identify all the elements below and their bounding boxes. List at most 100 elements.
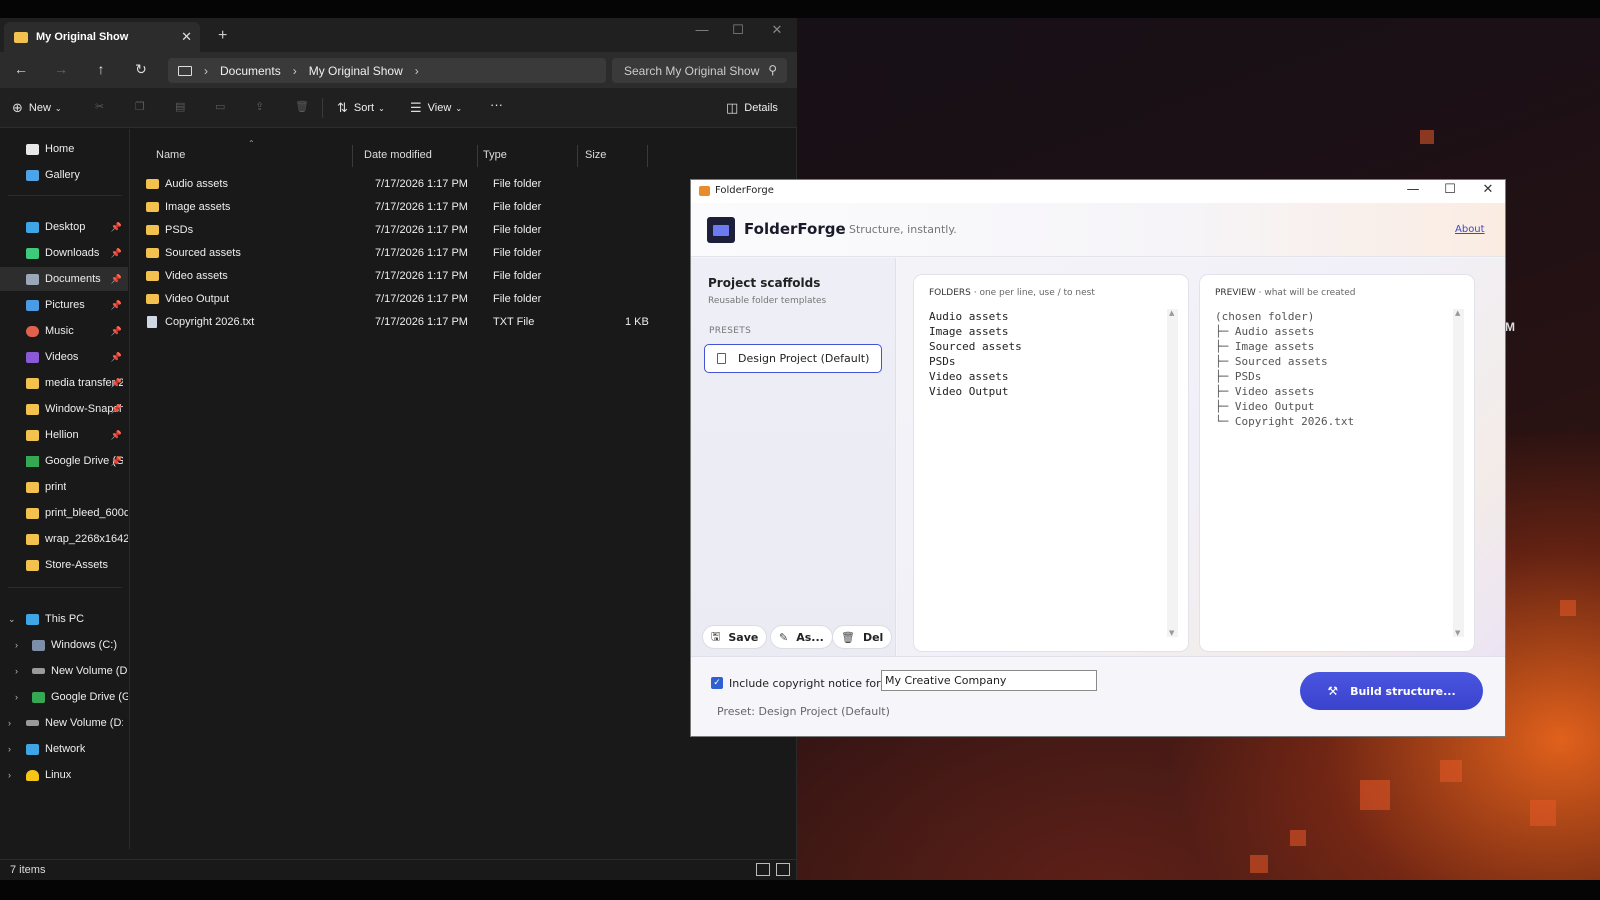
bottom-bar (0, 880, 1600, 900)
app-tagline: Structure, instantly. (849, 223, 957, 236)
forward-arrow-icon[interactable]: → (51, 61, 71, 77)
more-button[interactable]: ··· (490, 97, 503, 112)
table-row[interactable]: Audio assets 7/17/2026 1:17 PM File folder (143, 173, 653, 196)
chevron-down-icon[interactable]: ⌄ (8, 614, 16, 625)
folder-icon (26, 377, 39, 389)
maximize-button[interactable]: ☐ (1435, 182, 1465, 197)
table-row[interactable]: Image assets 7/17/2026 1:17 PM File folder (143, 196, 653, 219)
sidebar-item-hellion[interactable]: Hellion 📌 (0, 423, 128, 447)
build-structure-button[interactable]: ⚒ Build structure... (1300, 672, 1483, 710)
search-input[interactable]: Search My Original Show ⚲ (612, 58, 787, 83)
save-as-button[interactable]: ✎ As... (770, 625, 833, 649)
table-row[interactable]: Sourced assets 7/17/2026 1:17 PM File fold… (143, 242, 653, 265)
copyright-checkbox[interactable]: ✓ (711, 677, 723, 689)
sidebar-item-print-bleed[interactable]: print_bleed_600dpi (0, 501, 128, 525)
column-header-name[interactable]: Name (156, 149, 185, 161)
sidebar-item-pictures[interactable]: Pictures 📌 (0, 293, 128, 317)
sidebar-item-this-pc[interactable]: ⌄ This PC (0, 607, 128, 631)
rename-icon[interactable]: ▭ (215, 100, 225, 113)
folders-scrollbar[interactable]: ▲ ▼ (1167, 309, 1178, 637)
table-row[interactable]: Video assets 7/17/2026 1:17 PM File folder (143, 265, 653, 288)
breadcrumb-documents[interactable]: Documents (220, 64, 281, 78)
videos-icon (26, 351, 39, 363)
chevron-right-icon[interactable]: › (15, 692, 18, 702)
save-button[interactable]: 🖫 Save (702, 625, 768, 649)
chevron-right-icon[interactable]: › (8, 718, 11, 728)
about-link[interactable]: About (1455, 224, 1485, 235)
folder-icon (146, 271, 159, 281)
sidebar-item-home[interactable]: Home (0, 137, 128, 161)
address-bar[interactable]: › Documents › My Original Show › (168, 58, 606, 83)
sidebar-item-desktop[interactable]: Desktop 📌 (0, 215, 128, 239)
details-button[interactable]: ◫ Details (726, 100, 778, 116)
refresh-icon[interactable]: ↻ (131, 61, 151, 78)
column-header-type[interactable]: Type (483, 149, 507, 161)
pin-icon: 📌 (110, 377, 122, 388)
column-header-date[interactable]: Date modified (364, 149, 432, 161)
music-icon (26, 325, 39, 337)
documents-icon (26, 273, 39, 285)
tiles-view-icon[interactable] (776, 863, 790, 876)
folder-icon (146, 294, 159, 304)
table-row[interactable]: Copyright 2026.txt 7/17/2026 1:17 PM TXT F… (143, 311, 653, 334)
up-arrow-icon[interactable]: ↑ (91, 61, 111, 77)
desktop-icon-label: M (1505, 320, 1515, 334)
paste-icon[interactable]: ▤ (175, 100, 185, 113)
sidebar-item-videos[interactable]: Videos 📌 (0, 345, 128, 369)
sidebar-item-linux[interactable]: › Linux (0, 763, 128, 787)
cut-icon[interactable]: ✂ (95, 100, 104, 113)
presets-subtitle: Reusable folder templates (708, 296, 827, 306)
sidebar-item-media-transfer[interactable]: media transfer 2 📌 (0, 371, 128, 395)
delete-icon[interactable]: 🗑 (295, 100, 309, 113)
preview-scrollbar[interactable]: ▲ ▼ (1453, 309, 1464, 637)
sidebar-item-documents[interactable]: Documents 📌 (0, 267, 128, 291)
folders-textarea[interactable]: Audio assets Image assets Sourced assets… (929, 309, 1022, 399)
desktop-icon (26, 221, 39, 233)
table-row[interactable]: PSDs 7/17/2026 1:17 PM File folder (143, 219, 653, 242)
close-tab-icon[interactable]: ✕ (181, 29, 192, 45)
maximize-button[interactable]: ☐ (723, 22, 753, 38)
new-tab-button[interactable]: + (218, 27, 227, 45)
preset-item-design-project[interactable]: Design Project (Default) (704, 344, 882, 373)
preview-panel: PREVIEW · what will be created (chosen f… (1199, 274, 1475, 652)
sidebar-item-google-drive[interactable]: Google Drive (G: 📌 (0, 449, 128, 473)
sidebar-item-downloads[interactable]: Downloads 📌 (0, 241, 128, 265)
folder-icon (26, 507, 39, 519)
close-window-button[interactable]: ✕ (1473, 182, 1503, 197)
chevron-right-icon[interactable]: › (15, 666, 18, 676)
sidebar-item-new-volume-d[interactable]: › New Volume (D:) (0, 659, 128, 683)
sidebar-item-window-snapshot[interactable]: Window-Snapsh 📌 (0, 397, 128, 421)
sidebar-item-store-assets[interactable]: Store-Assets (0, 553, 128, 577)
copy-icon[interactable]: ❐ (135, 100, 145, 113)
minimize-button[interactable]: — (687, 22, 717, 37)
linux-icon (26, 769, 39, 781)
table-row[interactable]: Video Output 7/17/2026 1:17 PM File folder (143, 288, 653, 311)
sidebar-item-google-drive-g[interactable]: ›Google Drive (G:) (0, 685, 128, 709)
sidebar-item-gallery[interactable]: Gallery (0, 163, 128, 187)
close-window-button[interactable]: ✕ (762, 22, 792, 38)
sidebar-item-new-volume-d-2[interactable]: › New Volume (D:) (0, 711, 128, 735)
delete-button[interactable]: 🗑 Del (832, 625, 893, 649)
share-icon[interactable]: ⇪ (255, 100, 264, 113)
pin-icon: 📌 (110, 247, 122, 258)
minimize-button[interactable]: — (1398, 182, 1428, 197)
new-button[interactable]: ⊕ New ⌄ (12, 100, 62, 116)
details-view-icon[interactable] (756, 863, 770, 876)
drive-icon (32, 639, 45, 651)
view-button[interactable]: ☰ View ⌄ (410, 100, 462, 116)
column-header-size[interactable]: Size (585, 149, 606, 161)
sidebar-item-print[interactable]: print (0, 475, 128, 499)
chevron-right-icon[interactable]: › (8, 770, 11, 780)
sidebar-item-windows-c[interactable]: › Windows (C:) (0, 633, 128, 657)
copyright-holder-input[interactable] (881, 670, 1097, 691)
explorer-tab[interactable]: My Original Show ✕ (4, 22, 200, 52)
sort-button[interactable]: ⇅ Sort ⌄ (337, 100, 385, 116)
sidebar-item-wrap[interactable]: wrap_2268x1642 (0, 527, 128, 551)
sidebar-item-network[interactable]: › Network (0, 737, 128, 761)
sidebar-item-music[interactable]: Music 📌 (0, 319, 128, 343)
breadcrumb-current[interactable]: My Original Show (309, 64, 403, 78)
chevron-right-icon[interactable]: › (8, 744, 11, 754)
chevron-right-icon[interactable]: › (15, 640, 18, 650)
back-arrow-icon[interactable]: ← (11, 61, 31, 77)
folder-icon (146, 202, 159, 212)
